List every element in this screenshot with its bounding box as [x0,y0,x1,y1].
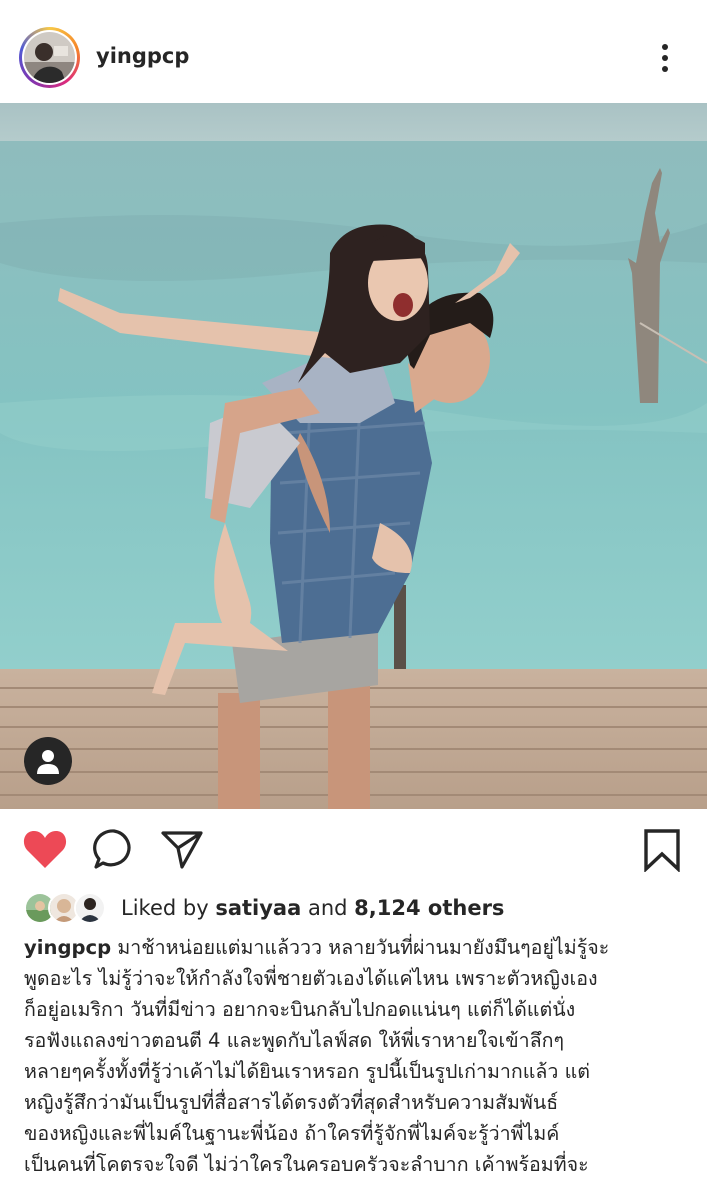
post-header: yingpcp [0,0,707,103]
caption-username[interactable]: yingpcp [24,936,111,959]
liker-avatar [74,892,106,924]
profile-avatar[interactable] [19,27,80,88]
caption-line: เป็นคนที่โคตรจะใจดี ไม่ว่าใครในครอบครัวจ… [24,1153,589,1176]
caption-line: พูดอะไร ไม่รู้ว่าจะให้กำลังใจพี่ชายตัวเอ… [24,967,598,990]
likes-text[interactable]: Liked by satiyaa and 8,124 others [121,896,504,920]
user-tag-icon [37,750,59,774]
like-heart-icon[interactable] [22,828,68,870]
post-actions [0,812,707,884]
likes-connector: and [307,896,348,920]
profile-photo [24,32,75,83]
bottom-edge [0,1188,707,1200]
caption-line: รอฟังแถลงข่าวตอนตี 4 และพูดกับไลฟ์สด ให้… [24,1029,565,1052]
liker-username[interactable]: satiyaa [215,896,301,920]
caption-line: ของหญิงและพี่ไมค์ในฐานะพี่น้อง ถ้าใครที่… [24,1122,560,1145]
comment-icon[interactable] [93,828,135,870]
likes-prefix: Liked by [121,896,209,920]
header-username[interactable]: yingpcp [96,44,189,68]
liker-avatars [24,892,110,924]
bookmark-save-icon[interactable] [643,828,681,872]
caption-line: yingpcp มาช้าหน่อยแต่มาแล้ววว หลายวันที่… [24,932,686,963]
send-share-icon[interactable] [160,828,204,870]
more-options-icon[interactable] [651,40,679,76]
caption-text: มาช้าหน่อยแต่มาแล้ววว หลายวันที่ผ่านมายั… [111,936,610,959]
caption-line: หลายๆครั้งทั้งที่รู้ว่าเค้าไม่ได้ยินเราห… [24,1060,591,1083]
caption-line: ก็อยู่อเมริกา วันที่มีข่าว อยากจะบินกลับ… [24,998,576,1021]
post-photo[interactable] [0,103,707,809]
post-caption: yingpcp มาช้าหน่อยแต่มาแล้ววว หลายวันที่… [24,932,686,1180]
tagged-people-button[interactable] [24,737,72,785]
likes-count[interactable]: 8,124 others [354,896,504,920]
likes-summary[interactable]: Liked by satiyaa and 8,124 others [24,888,684,928]
caption-line: หญิงรู้สึกว่ามันเป็นรูปที่สื่อสารได้ตรงต… [24,1091,559,1114]
